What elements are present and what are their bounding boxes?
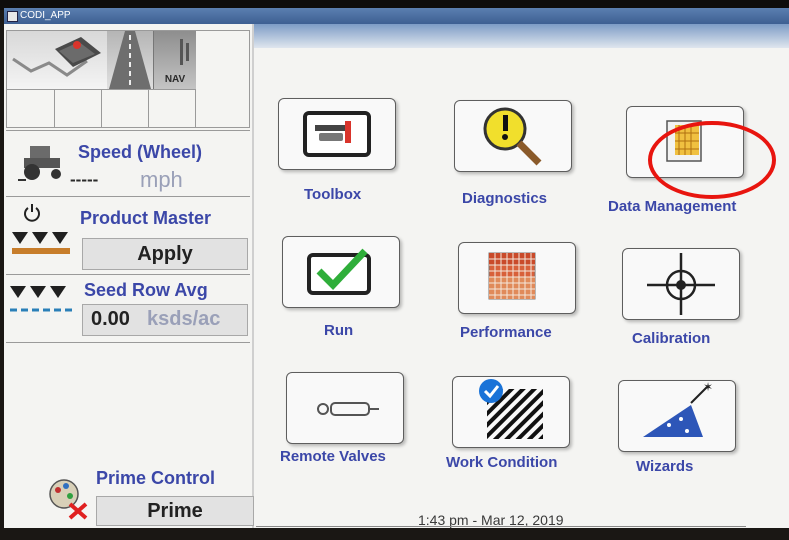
toolbox-icon	[303, 111, 371, 157]
window-titlebar: CODI_APP	[4, 8, 789, 24]
seed-row-value: 0.00	[91, 308, 130, 330]
work-condition-label: Work Condition	[446, 454, 558, 471]
product-mode-button[interactable]: Apply	[82, 238, 248, 270]
divider	[6, 274, 250, 275]
wizards-button[interactable]: ✶	[618, 380, 736, 452]
seed-row-icon	[10, 286, 72, 312]
performance-label: Performance	[460, 324, 552, 341]
quick-slot-5[interactable]	[196, 31, 248, 127]
nav-icon	[180, 39, 189, 65]
data-management-label: Data Management	[608, 198, 737, 215]
magnifier-exclamation-icon	[483, 107, 542, 166]
speed-unit: mph	[140, 167, 183, 192]
calibration-label: Calibration	[632, 330, 711, 347]
seed-row-label: Seed Row Avg	[84, 280, 208, 300]
quick-slot-4[interactable]	[149, 89, 196, 128]
seed-row-unit: ksds/ac	[147, 308, 221, 330]
left-status-panel: NAV Speed (Wheel) ----- mph Product Mast…	[4, 24, 254, 528]
quick-slot-2[interactable]	[55, 89, 102, 128]
hatched-field-check-icon	[479, 379, 543, 439]
grid-map-icon	[488, 252, 536, 300]
divider	[6, 130, 250, 131]
divider	[6, 342, 250, 343]
run-button[interactable]	[282, 236, 400, 308]
road-view-button[interactable]	[107, 31, 153, 89]
seed-row-readout: 0.00 ksds/ac	[82, 304, 248, 336]
prime-button[interactable]: Prime	[96, 496, 254, 526]
product-master-label: Product Master	[80, 208, 212, 228]
nav-label: NAV	[164, 74, 186, 85]
speed-label: Speed (Wheel)	[78, 142, 203, 162]
toolbox-button[interactable]	[278, 98, 396, 170]
divider	[6, 196, 250, 197]
svg-text:✶: ✶	[703, 381, 713, 394]
implement-icon	[12, 37, 101, 77]
footer-divider	[256, 526, 746, 527]
diagnostics-button[interactable]	[454, 100, 572, 172]
hydraulic-cylinder-icon	[317, 402, 379, 416]
prime-icon	[49, 479, 88, 520]
work-condition-button[interactable]	[452, 376, 570, 448]
quick-slot-3[interactable]	[102, 89, 149, 128]
calibration-button[interactable]	[622, 248, 740, 320]
nav-view-button[interactable]: NAV	[153, 31, 196, 89]
planter-row-units-icon	[12, 232, 70, 254]
view-selector-grid: NAV	[6, 30, 250, 128]
speed-value: -----	[70, 170, 99, 189]
wizard-hat-icon: ✶	[643, 380, 713, 437]
app-screen: CODI_APP NAV Speed (Wheel) ----- mph Pro…	[4, 8, 789, 528]
annotation-circle	[648, 121, 776, 199]
tractor-icon	[18, 146, 61, 181]
app-window-icon	[7, 11, 18, 22]
road-icon	[109, 31, 151, 89]
remote-valves-button[interactable]	[286, 372, 404, 444]
quick-slot-1[interactable]	[7, 89, 55, 128]
toolbox-label: Toolbox	[304, 186, 362, 203]
remote-valves-label: Remote Valves	[280, 448, 386, 465]
performance-button[interactable]	[458, 242, 576, 314]
window-title: CODI_APP	[20, 10, 71, 21]
power-icon	[24, 204, 40, 222]
diagnostics-label: Diagnostics	[462, 190, 548, 207]
crosshair-icon	[647, 253, 715, 315]
prime-control-label: Prime Control	[96, 468, 216, 488]
checkmark-icon	[307, 248, 371, 295]
wizards-label: Wizards	[636, 458, 694, 475]
run-label: Run	[324, 322, 354, 339]
